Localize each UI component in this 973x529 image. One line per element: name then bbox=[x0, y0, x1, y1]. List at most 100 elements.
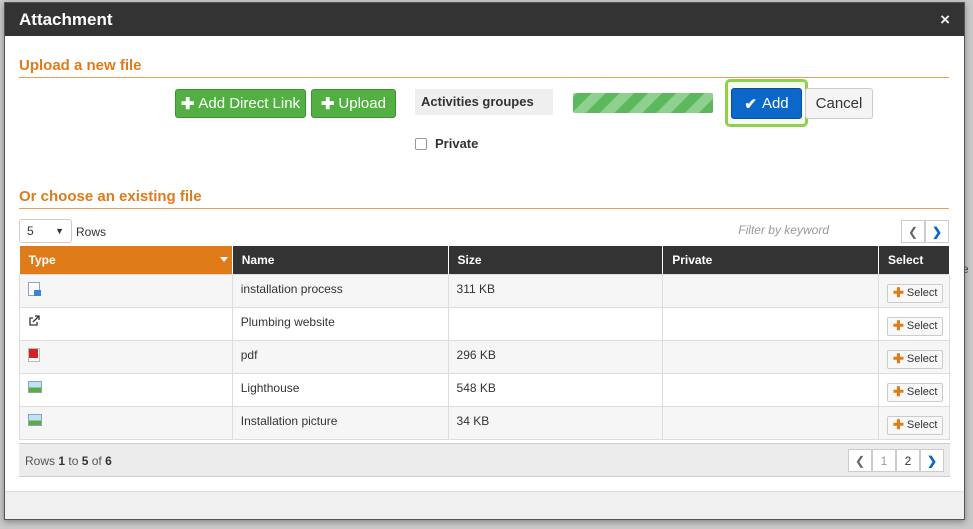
rows-summary-prefix: Rows bbox=[25, 454, 59, 468]
section-divider bbox=[19, 208, 949, 209]
rows-summary-of-word: of bbox=[88, 454, 106, 468]
name-cell: pdf bbox=[231, 339, 449, 374]
pdf-icon bbox=[28, 347, 40, 362]
rows-per-page-select[interactable]: 5 ▼ bbox=[19, 219, 72, 243]
private-cell bbox=[662, 306, 879, 341]
column-header-name[interactable]: Name bbox=[232, 246, 449, 274]
image-icon bbox=[28, 380, 42, 393]
size-cell: 296 KB bbox=[447, 339, 664, 374]
rows-label: Rows bbox=[76, 225, 107, 239]
plus-icon: ✚ bbox=[892, 351, 904, 366]
next-page-icon[interactable]: ❯ bbox=[920, 449, 944, 472]
table-row: Installation picture 34 KB ✚ Select bbox=[19, 405, 951, 440]
page-2-button[interactable]: 2 bbox=[896, 449, 920, 472]
plus-icon: ✚ bbox=[892, 384, 904, 399]
select-label: Select bbox=[906, 386, 938, 398]
plus-icon: ✚ bbox=[892, 318, 904, 333]
previous-page-icon[interactable]: ❮ bbox=[901, 220, 925, 243]
plus-icon: ✚ bbox=[892, 417, 904, 432]
table-row: Plumbing website ✚ Select bbox=[19, 306, 951, 341]
type-cell bbox=[19, 372, 233, 407]
section-divider bbox=[19, 77, 949, 78]
size-cell: 548 KB bbox=[447, 372, 664, 407]
rows-summary-total: 6 bbox=[105, 454, 112, 468]
dialog-title: Attachment bbox=[19, 9, 113, 29]
page-1-button[interactable]: 1 bbox=[872, 449, 896, 472]
table-row: pdf 296 KB ✚ Select bbox=[19, 339, 951, 374]
type-cell bbox=[19, 405, 233, 440]
filter-input[interactable]: Filter by keyword bbox=[705, 223, 829, 237]
dropdown-caret-icon: ▼ bbox=[55, 226, 64, 236]
upload-button[interactable]: ✚ Upload bbox=[311, 89, 396, 118]
private-cell bbox=[662, 372, 879, 407]
add-button[interactable]: ✔ Add bbox=[731, 88, 802, 119]
private-checkbox[interactable] bbox=[415, 137, 427, 150]
column-header-select: Select bbox=[878, 246, 951, 274]
add-direct-link-label: Add Direct Link bbox=[198, 95, 301, 112]
table-row: Lighthouse 548 KB ✚ Select bbox=[19, 372, 951, 407]
rows-summary: Rows 1 to 5 of 6 bbox=[25, 454, 112, 468]
attachment-dialog: Attachment × Upload a new file ✚ Add Dir… bbox=[4, 2, 965, 520]
private-cell bbox=[662, 273, 879, 308]
existing-section-title: Or choose an existing file bbox=[19, 188, 202, 205]
files-table: Type Name Size Private Select installati… bbox=[19, 246, 951, 440]
select-label: Select bbox=[906, 320, 938, 332]
select-cell: ✚ Select bbox=[877, 306, 951, 341]
upload-label: Upload bbox=[338, 95, 386, 112]
select-label: Select bbox=[906, 419, 938, 431]
size-cell bbox=[447, 306, 664, 341]
select-button[interactable]: ✚ Select bbox=[886, 316, 944, 336]
select-button[interactable]: ✚ Select bbox=[886, 283, 944, 303]
private-label: Private bbox=[435, 136, 479, 151]
name-cell: Lighthouse bbox=[231, 372, 449, 407]
next-page-icon[interactable]: ❯ bbox=[925, 220, 949, 243]
dialog-header: Attachment × bbox=[5, 3, 964, 36]
select-cell: ✚ Select bbox=[877, 273, 951, 308]
table-row: installation process 311 KB ✚ Select bbox=[19, 273, 951, 308]
external-link-icon bbox=[29, 314, 40, 326]
plus-icon: ✚ bbox=[180, 95, 195, 113]
uploaded-file-name: Activities groupes bbox=[415, 89, 553, 115]
name-cell: Installation picture bbox=[231, 405, 449, 440]
column-header-type[interactable]: Type bbox=[19, 246, 233, 274]
name-cell: installation process bbox=[231, 273, 449, 308]
rows-summary-to-word: to bbox=[65, 454, 82, 468]
select-button[interactable]: ✚ Select bbox=[886, 349, 944, 369]
previous-page-icon[interactable]: ❮ bbox=[848, 449, 872, 472]
plus-icon: ✚ bbox=[892, 285, 904, 300]
select-cell: ✚ Select bbox=[877, 405, 951, 440]
type-cell bbox=[19, 339, 233, 374]
name-cell: Plumbing website bbox=[231, 306, 449, 341]
column-header-label: Type bbox=[28, 252, 56, 267]
upload-section-title: Upload a new file bbox=[19, 57, 142, 74]
column-header-size[interactable]: Size bbox=[448, 246, 664, 274]
rows-per-page-value: 5 bbox=[27, 224, 34, 238]
select-cell: ✚ Select bbox=[877, 339, 951, 374]
add-direct-link-button[interactable]: ✚ Add Direct Link bbox=[175, 89, 306, 118]
bottom-pager: ❮ 1 2 ❯ bbox=[848, 449, 944, 472]
add-label: Add bbox=[761, 95, 789, 112]
private-cell bbox=[662, 405, 879, 440]
close-icon[interactable]: × bbox=[940, 10, 950, 30]
select-cell: ✚ Select bbox=[877, 372, 951, 407]
select-label: Select bbox=[906, 287, 938, 299]
dialog-footer bbox=[5, 491, 964, 519]
plus-icon: ✚ bbox=[321, 95, 335, 113]
select-button[interactable]: ✚ Select bbox=[886, 382, 944, 402]
select-button[interactable]: ✚ Select bbox=[886, 415, 944, 435]
private-checkbox-row[interactable]: Private bbox=[415, 136, 478, 151]
size-cell: 34 KB bbox=[447, 405, 664, 440]
image-icon bbox=[28, 413, 42, 426]
type-cell bbox=[19, 306, 233, 341]
top-pager: ❮ ❯ bbox=[901, 220, 949, 243]
check-icon: ✔ bbox=[744, 95, 757, 113]
column-header-private[interactable]: Private bbox=[662, 246, 879, 274]
type-cell bbox=[19, 273, 233, 308]
sort-caret-icon bbox=[219, 257, 228, 262]
select-label: Select bbox=[906, 353, 938, 365]
size-cell: 311 KB bbox=[447, 273, 664, 308]
table-header-row: Type Name Size Private Select bbox=[19, 246, 951, 274]
upload-progress-bar bbox=[573, 93, 713, 113]
cancel-button[interactable]: Cancel bbox=[805, 88, 873, 119]
private-cell bbox=[662, 339, 879, 374]
